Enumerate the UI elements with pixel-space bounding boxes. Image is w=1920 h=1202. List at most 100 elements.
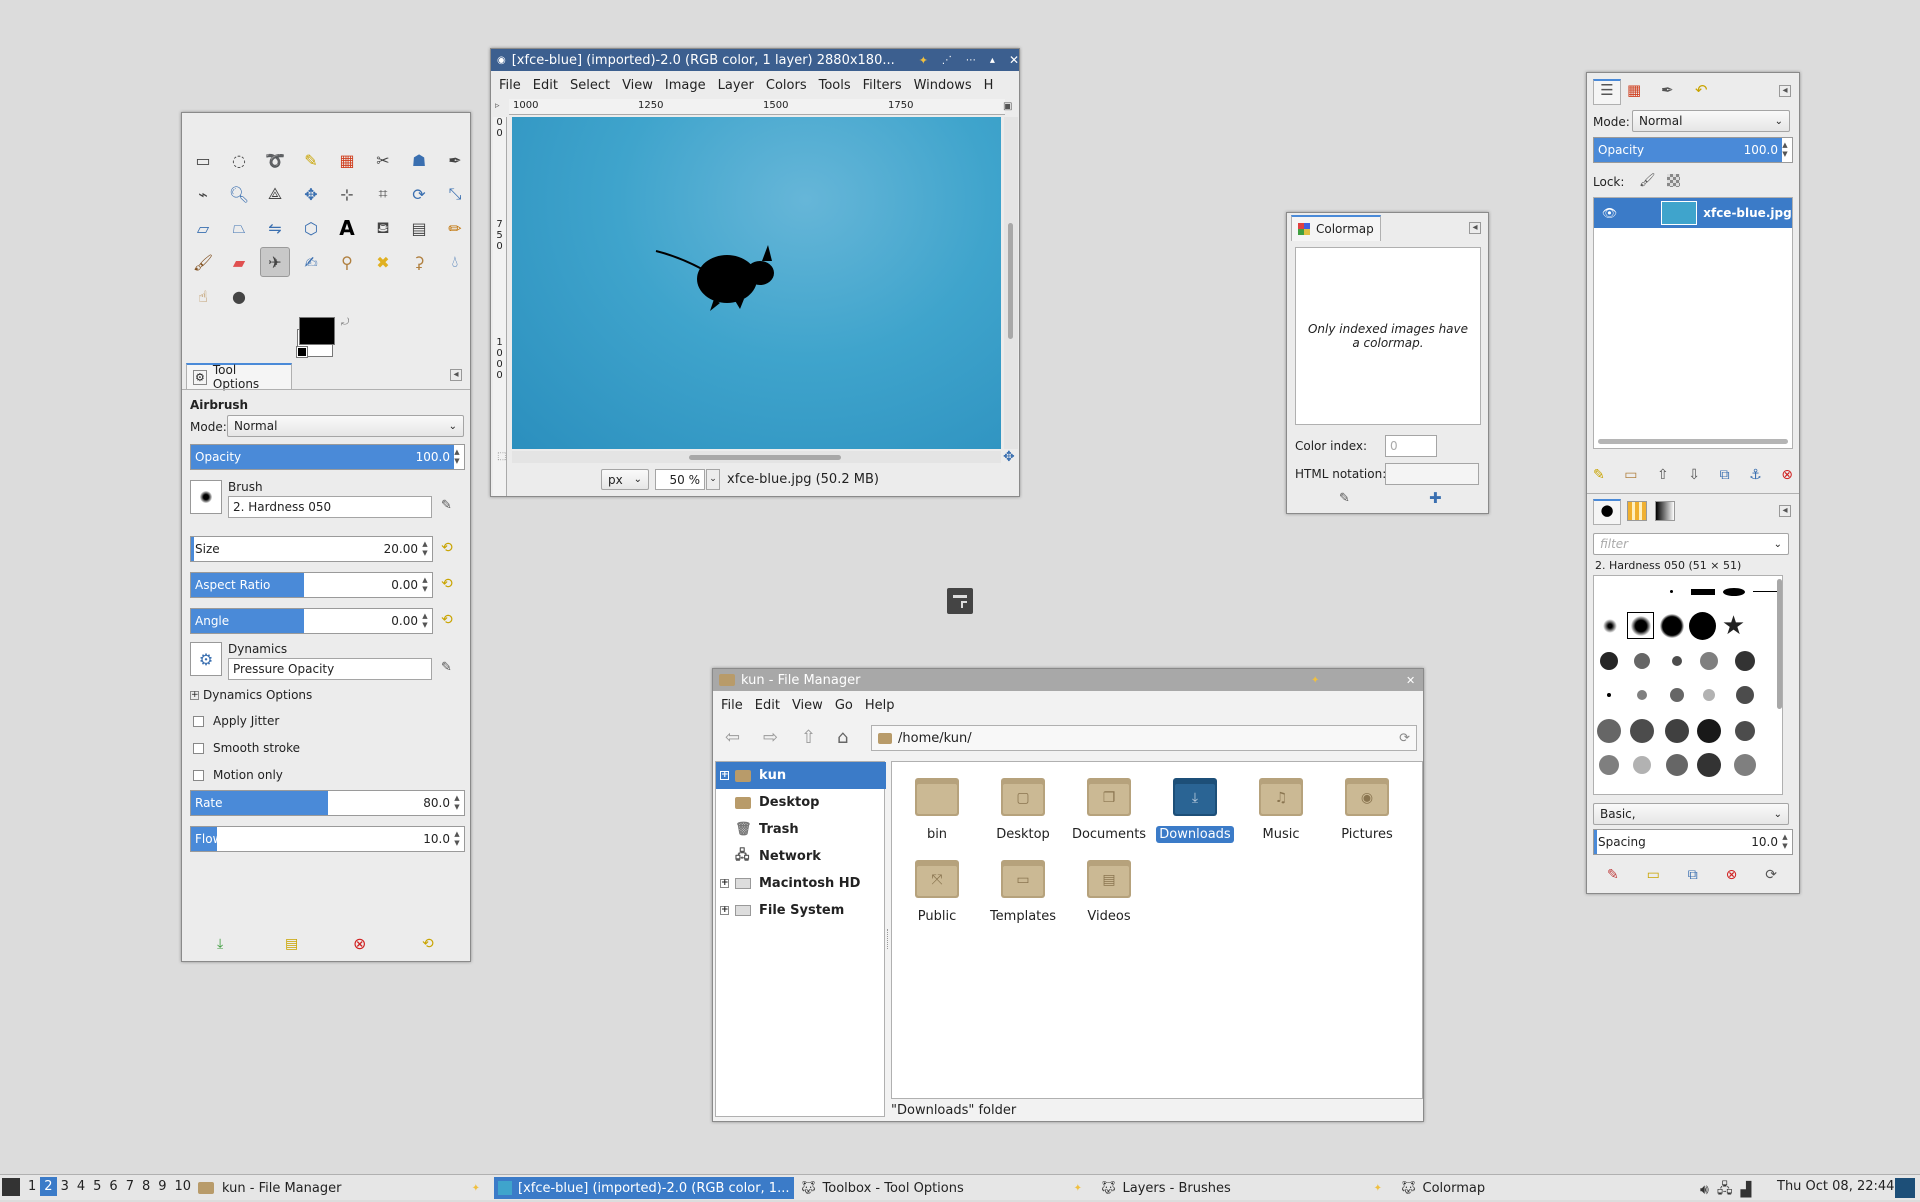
panel-menu-icon[interactable]: ◂ — [1779, 505, 1791, 517]
tab-tool-options[interactable]: ⚙ Tool Options — [186, 363, 292, 391]
layers-tab-icon[interactable]: ☰ — [1593, 79, 1621, 105]
undo-tab-icon[interactable]: ↶ — [1695, 81, 1708, 99]
motion-only-checkbox[interactable]: Motion only — [193, 768, 283, 782]
dodge-burn-icon[interactable]: ● — [224, 281, 254, 311]
back-icon[interactable]: ⇦ — [725, 727, 740, 748]
task-colormap[interactable]: 🐺︎ Colormap — [1396, 1177, 1686, 1199]
restore-options-icon[interactable]: ▤ — [285, 936, 298, 952]
reset-angle-icon[interactable]: ⟲ — [441, 612, 453, 628]
menu-file[interactable]: File — [715, 698, 749, 713]
spin-arrows-icon[interactable]: ▲ ▼ — [451, 791, 463, 815]
new-layer-group-icon[interactable]: ▭ — [1624, 467, 1637, 483]
lock-alpha-icon[interactable] — [1667, 174, 1680, 187]
sticky-icon[interactable]: ✦ — [1311, 675, 1319, 686]
workspace-5[interactable]: 5 — [89, 1177, 105, 1196]
menu-edit[interactable]: Edit — [749, 698, 786, 713]
add-color-icon[interactable]: ✚ — [1429, 489, 1442, 507]
app-menu-icon[interactable] — [2, 1178, 20, 1196]
reset-size-icon[interactable]: ⟲ — [441, 540, 453, 556]
brush-filter-input[interactable]: filter ⌄ — [1593, 533, 1789, 555]
folder-documents[interactable]: ❐ Documents — [1064, 772, 1154, 843]
patterns-tab-icon[interactable] — [1627, 501, 1647, 521]
reset-aspect-icon[interactable]: ⟲ — [441, 576, 453, 592]
brush-cell[interactable] — [1596, 578, 1623, 605]
task-toolbox[interactable]: 🐺︎ Toolbox - Tool Options ✦ — [796, 1177, 1090, 1199]
spin-arrows-icon[interactable]: ▲ ▼ — [419, 609, 431, 633]
brush-grid-scrollbar[interactable] — [1777, 579, 1782, 709]
color-index-field[interactable]: 0 — [1385, 435, 1437, 457]
menu-go[interactable]: Go — [829, 698, 859, 713]
volume-icon[interactable]: 🔊︎ — [1700, 1182, 1709, 1198]
aspect-ratio-slider[interactable]: Aspect Ratio 0.00 ▲ ▼ — [190, 572, 433, 598]
spin-arrows-icon[interactable]: ▲ ▼ — [419, 537, 431, 561]
gradients-tab-icon[interactable] — [1655, 501, 1675, 521]
home-icon[interactable]: ⌂ — [837, 727, 848, 748]
navigate-cross-icon[interactable]: ✥ — [1003, 449, 1015, 465]
blend-icon[interactable]: ▤ — [404, 213, 434, 243]
menu-edit[interactable]: Edit — [527, 78, 564, 93]
zoom-chevron-icon[interactable]: ⌄ — [706, 469, 720, 490]
move-icon[interactable]: ✥ — [296, 179, 326, 209]
zoom-icon[interactable]: 🔍︎ — [224, 179, 254, 209]
forward-icon[interactable]: ⇨ — [763, 727, 778, 748]
align-icon[interactable]: ⊹ — [332, 179, 362, 209]
vertical-scroll-thumb[interactable] — [1008, 223, 1013, 339]
flip-icon[interactable]: ⇋ — [260, 213, 290, 243]
sidebar-item-trash[interactable]: 🗑︎ Trash — [716, 816, 886, 843]
clone-icon[interactable]: ⚲ — [332, 247, 362, 277]
apply-jitter-checkbox[interactable]: Apply Jitter — [193, 714, 279, 728]
expander-plus-icon[interactable]: + — [720, 771, 729, 780]
raise-layer-icon[interactable]: ⇧ — [1657, 467, 1669, 483]
visibility-eye-icon[interactable]: 👁︎ — [1602, 206, 1617, 220]
refresh-brushes-icon[interactable]: ⟳ — [1765, 867, 1777, 883]
unit-select[interactable]: px ⌄ — [601, 469, 649, 490]
folder-bin[interactable]: bin — [892, 772, 982, 843]
menu-help[interactable]: Help — [859, 698, 901, 713]
lower-layer-icon[interactable]: ⇩ — [1688, 467, 1700, 483]
task-file-manager[interactable]: kun - File Manager ✦ — [194, 1177, 488, 1199]
folder-templates[interactable]: ▭ Templates — [978, 854, 1068, 925]
brush-cell-selected[interactable] — [1627, 612, 1654, 639]
cage-transform-icon[interactable]: ⬡ — [296, 213, 326, 243]
paintbrush-icon[interactable]: 🖌︎ — [188, 247, 218, 277]
angle-slider[interactable]: Angle 0.00 ▲ ▼ — [190, 608, 433, 634]
text-icon[interactable]: A — [332, 213, 362, 243]
menu-view[interactable]: View — [786, 698, 829, 713]
network-disconnected-icon[interactable]: 🖧︎ — [1717, 1178, 1733, 1202]
zoom-field[interactable]: 50 % — [655, 469, 705, 490]
layers-mode-select[interactable]: Normal ⌄ — [1632, 110, 1790, 132]
dynamics-options-expander[interactable]: + Dynamics Options — [190, 688, 312, 702]
delete-options-icon[interactable]: ⊗ — [353, 934, 366, 953]
color-picker-icon[interactable]: ⌁ — [188, 179, 218, 209]
smooth-stroke-checkbox[interactable]: Smooth stroke — [193, 741, 300, 755]
sidebar-item-network[interactable]: 🖧︎ Network — [716, 843, 886, 870]
save-options-icon[interactable]: ⤓ — [217, 936, 223, 952]
spin-arrows-icon[interactable]: ▲ ▼ — [1779, 138, 1791, 162]
brush-cell[interactable] — [1596, 612, 1623, 639]
spin-arrows-icon[interactable]: ▲ ▼ — [451, 445, 463, 469]
brush-cell[interactable] — [1689, 578, 1716, 605]
brush-tag-select[interactable]: Basic, ⌄ — [1593, 803, 1789, 825]
menu-windows[interactable]: Windows — [908, 78, 978, 93]
paths-icon[interactable]: ✒ — [440, 145, 470, 175]
folder-desktop[interactable]: ▢ Desktop — [978, 772, 1068, 843]
expander-plus-icon[interactable]: + — [720, 906, 729, 915]
folder-pictures[interactable]: ◉ Pictures — [1322, 772, 1412, 843]
delete-layer-icon[interactable]: ⊗ — [1781, 467, 1793, 483]
workspace-1[interactable]: 1 — [24, 1177, 40, 1196]
foreground-select-icon[interactable]: ☗ — [404, 145, 434, 175]
ruler-corner-icon[interactable]: ▹ — [495, 101, 500, 111]
default-colors-icon[interactable] — [296, 346, 308, 358]
blur-icon[interactable]: 💧︎ — [440, 247, 470, 277]
dynamics-field[interactable]: Pressure Opacity — [228, 658, 432, 680]
new-brush-icon[interactable]: ▭ — [1647, 867, 1660, 883]
reset-options-icon[interactable]: ⟲ — [422, 936, 434, 952]
menu-tools[interactable]: Tools — [813, 78, 857, 93]
up-icon[interactable]: ⇧ — [801, 727, 816, 748]
tab-colormap[interactable]: Colormap — [1291, 215, 1381, 241]
brushes-tab-icon[interactable]: ● — [1593, 499, 1621, 525]
horizontal-scrollbar[interactable] — [512, 451, 1001, 463]
spin-arrows-icon[interactable]: ▲ ▼ — [1779, 830, 1791, 854]
workspace-4[interactable]: 4 — [73, 1177, 89, 1196]
brush-field[interactable]: 2. Hardness 050 — [228, 496, 432, 518]
